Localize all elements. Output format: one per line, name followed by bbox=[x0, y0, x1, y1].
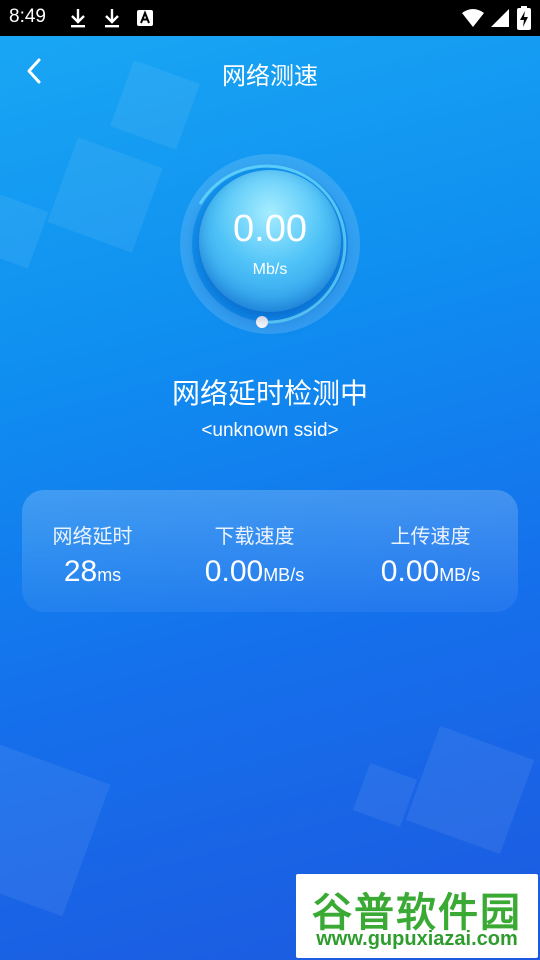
stat-unit: ms bbox=[97, 565, 122, 585]
stat-value-row: 0.00MB/s bbox=[348, 555, 513, 589]
network-ssid: <unknown ssid> bbox=[201, 420, 339, 441]
signal-icon bbox=[491, 9, 509, 27]
status-bar: 8:49 bbox=[0, 0, 540, 36]
stat-unit: MB/s bbox=[439, 565, 481, 585]
text-a-icon bbox=[137, 10, 153, 26]
stat-value: 28 bbox=[63, 555, 98, 588]
page-title: 网络测速 bbox=[222, 63, 318, 90]
watermark-logo: 谷普软件园 www.gupuxiazai.com bbox=[296, 874, 538, 958]
stat-latency: 网络延时 28ms bbox=[10, 520, 175, 589]
stat-upload: 上传速度 0.00MB/s bbox=[348, 520, 513, 589]
stats-card: 网络延时 28ms 下载速度 0.00MB/s 上传速度 0.00MB/s bbox=[22, 490, 518, 612]
stat-download: 下载速度 0.00MB/s bbox=[172, 520, 337, 589]
stat-value: 0.00 bbox=[380, 555, 440, 588]
gauge-indicator-dot bbox=[256, 316, 268, 328]
app-header: 网络测速 bbox=[0, 36, 540, 106]
background-decoration bbox=[0, 743, 111, 917]
watermark-url: www.gupuxiazai.com bbox=[316, 928, 518, 950]
stat-label: 网络延时 bbox=[52, 526, 133, 548]
battery-charging-icon bbox=[517, 6, 531, 30]
test-status-message: 网络延时检测中 bbox=[171, 378, 368, 409]
speed-unit: Mb/s bbox=[252, 261, 288, 278]
background-decoration bbox=[405, 725, 535, 855]
wifi-icon bbox=[462, 9, 484, 27]
stat-label: 上传速度 bbox=[390, 526, 471, 548]
download-icon bbox=[105, 9, 119, 28]
stat-value: 0.00 bbox=[204, 555, 264, 588]
speed-value: 0.00 bbox=[233, 208, 307, 250]
status-time: 8:49 bbox=[9, 6, 46, 27]
stat-value-row: 0.00MB/s bbox=[172, 555, 337, 589]
stat-unit: MB/s bbox=[263, 565, 305, 585]
speed-gauge: 0.00 Mb/s bbox=[199, 170, 341, 312]
stat-label: 下载速度 bbox=[214, 526, 295, 548]
background-decoration bbox=[0, 191, 49, 269]
download-icon bbox=[71, 9, 85, 28]
stat-value-row: 28ms bbox=[10, 555, 175, 589]
background-decoration bbox=[47, 137, 163, 253]
